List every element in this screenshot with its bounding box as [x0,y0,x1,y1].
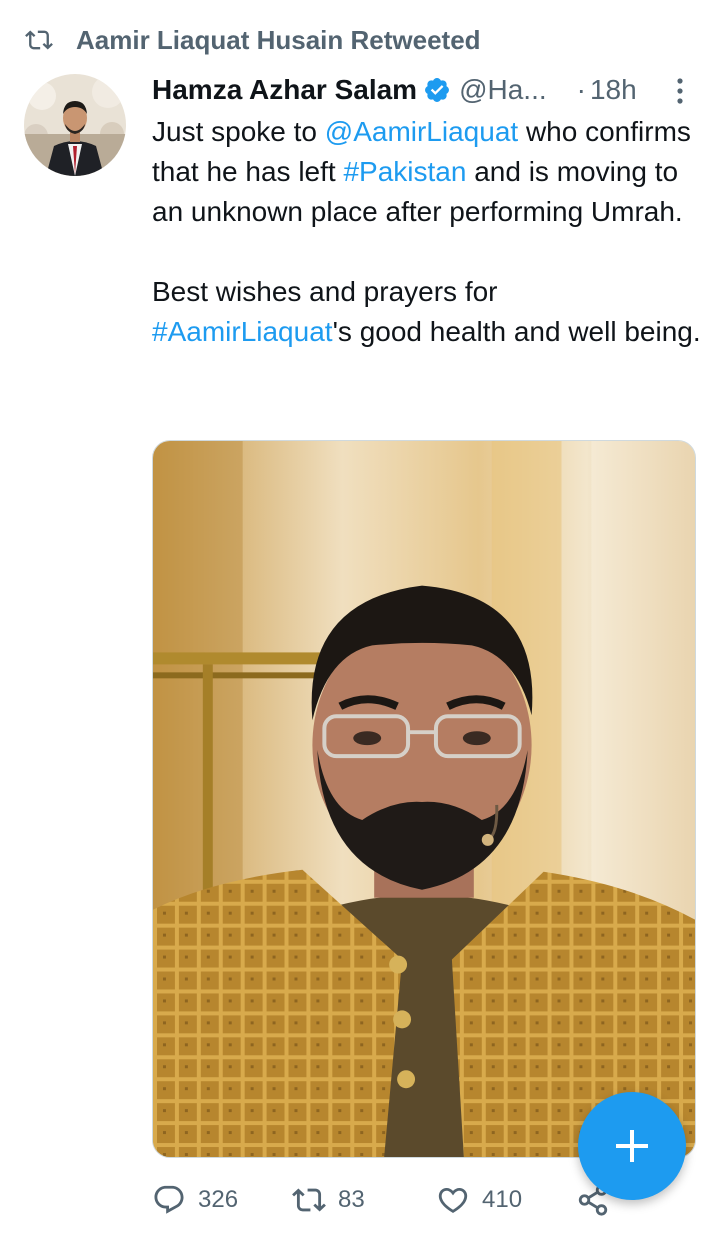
author-name[interactable]: Hamza Azhar Salam [152,74,417,106]
tweet-media-photo[interactable] [152,440,696,1158]
retweet-icon [292,1188,326,1212]
text-run: 's good health and well being. [332,316,701,347]
tweet-header: Hamza Azhar Salam @Ha... · 18h [152,70,700,110]
avatar[interactable] [24,74,126,176]
retweet-count: 83 [338,1186,365,1213]
tweet-text: Just spoke to @AamirLiaquat who confirms… [152,112,702,352]
retweet-button[interactable]: 83 [292,1180,365,1220]
retweet-icon [25,30,53,50]
tweet-action-bar: 326 83 410 [152,1180,622,1220]
more-options-icon[interactable] [672,76,688,106]
tweet-page: Aamir Liaquat Husain Retweeted Hamza Azh… [0,0,720,1235]
hashtag-link-aamirliaquat[interactable]: #AamirLiaquat [152,316,333,347]
compose-tweet-button[interactable] [578,1092,686,1200]
mention-link[interactable]: @AamirLiaquat [325,116,518,147]
separator-dot: · [576,74,586,105]
retweet-context-label: Aamir Liaquat Husain Retweeted [76,24,481,55]
like-button[interactable]: 410 [436,1180,522,1220]
hashtag-link-pakistan[interactable]: #Pakistan [343,156,466,187]
tweet-paragraph-1: Just spoke to @AamirLiaquat who confirms… [152,112,702,232]
author-handle[interactable]: @Ha... [459,74,547,106]
text-run: Best wishes and prayers for [152,276,498,307]
heart-icon [438,1187,468,1213]
reply-button[interactable]: 326 [152,1180,238,1220]
like-count: 410 [482,1186,523,1213]
text-run: Just spoke to [152,116,325,147]
reply-icon [154,1185,184,1214]
tweet-paragraph-2: Best wishes and prayers for #AamirLiaqua… [152,272,702,352]
reply-count: 326 [198,1186,239,1213]
plus-icon [616,1130,648,1162]
tweet-timestamp[interactable]: 18h [590,74,637,106]
retweet-context[interactable]: Aamir Liaquat Husain Retweeted [22,22,481,58]
verified-badge-icon [425,78,450,102]
man-portrait-photo [153,441,695,1157]
avatar-photo [24,74,126,176]
